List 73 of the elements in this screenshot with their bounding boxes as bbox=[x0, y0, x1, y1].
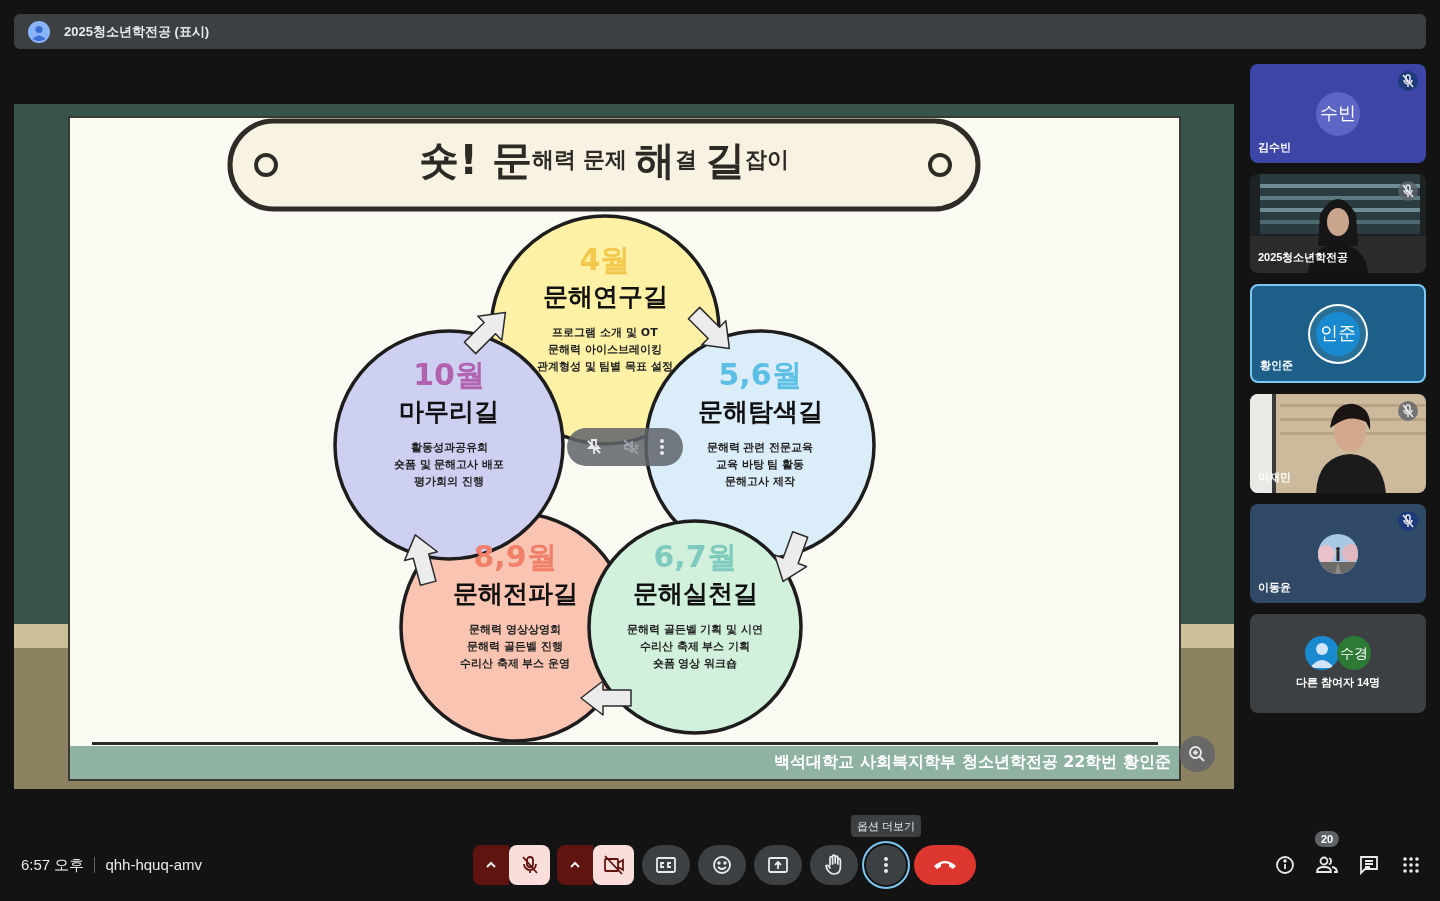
caret-icon bbox=[485, 861, 497, 869]
camera-button[interactable] bbox=[593, 845, 634, 885]
volume-off-icon[interactable] bbox=[622, 438, 640, 456]
activity-text: 교육 바탕 팀 활동 bbox=[715, 457, 805, 473]
zoom-in-icon bbox=[1188, 745, 1206, 763]
camera-off-icon bbox=[602, 855, 625, 875]
meeting-code: qhh-hquq-amv bbox=[105, 854, 203, 875]
others-tile[interactable]: 수경 다른 참여자 14명 bbox=[1250, 614, 1426, 713]
participant-name: 2025청소년학전공 bbox=[1258, 249, 1349, 265]
activity-text: 프로그램 소개 및 OT bbox=[552, 325, 658, 341]
raise-hand-icon bbox=[824, 854, 844, 876]
emoji-icon bbox=[712, 855, 732, 875]
stage-name: 문해실천길 bbox=[632, 578, 758, 610]
ring-icon bbox=[254, 153, 278, 177]
apps-icon bbox=[1403, 857, 1419, 873]
participant-name: 황인준 bbox=[1260, 357, 1293, 373]
more-icon bbox=[883, 856, 889, 874]
activity-text: 문해력 골든벨 기획 및 시연 bbox=[626, 622, 764, 638]
arrow bbox=[687, 306, 731, 350]
month-label: 5,6월 bbox=[718, 357, 802, 393]
pin-off-icon[interactable] bbox=[584, 438, 603, 456]
microphone-button[interactable] bbox=[509, 845, 550, 885]
activity-text: 평가회의 진행 bbox=[414, 474, 484, 490]
activity-text: 문해력 골든벨 진행 bbox=[467, 639, 563, 655]
raise-hand-button[interactable] bbox=[810, 845, 858, 885]
captions-button[interactable] bbox=[642, 845, 690, 885]
activity-text: 문해력 영상상영회 bbox=[469, 622, 561, 638]
month-label: 4월 bbox=[579, 242, 631, 278]
activity-text: 문해고사 제작 bbox=[725, 474, 795, 490]
person-icon bbox=[1305, 636, 1339, 671]
stage-name: 문해탐색길 bbox=[697, 396, 823, 428]
count-badge: 20 bbox=[1314, 831, 1340, 847]
phone-icon bbox=[933, 859, 957, 871]
clock-text: 6:57 오후 bbox=[21, 854, 85, 875]
caret-icon bbox=[569, 861, 581, 869]
mic-off-icon bbox=[519, 855, 540, 875]
ring-icon bbox=[928, 153, 952, 177]
arrow bbox=[773, 530, 809, 583]
present-icon bbox=[768, 856, 788, 874]
arrow bbox=[403, 534, 439, 586]
emoji-button[interactable] bbox=[698, 845, 746, 885]
captions-icon bbox=[656, 857, 676, 873]
people-icon bbox=[1316, 856, 1338, 874]
activity-text: 문해력 관련 전문교육 bbox=[706, 440, 814, 456]
presenter-title: 2025청소년학전공 (표시) bbox=[64, 22, 210, 41]
activity-text: 수리산 축제 부스 기획 bbox=[639, 639, 751, 655]
tooltip: 옵션 더보기 bbox=[850, 814, 922, 837]
leave-call-button[interactable] bbox=[914, 845, 976, 885]
arrow bbox=[580, 680, 632, 716]
month-label: 8,9월 bbox=[473, 539, 557, 575]
activity-text: 관계형성 및 팀별 목표 설정 bbox=[536, 359, 674, 375]
more-icon[interactable] bbox=[659, 438, 666, 456]
avatar: 수빈 bbox=[1316, 91, 1360, 136]
participant-name: 이동윤 bbox=[1258, 579, 1291, 595]
present-button[interactable] bbox=[754, 845, 802, 885]
activity-text: 숏폼 및 문해고사 배포 bbox=[393, 457, 505, 473]
chat-icon bbox=[1359, 855, 1379, 875]
stage-name: 문해연구길 bbox=[542, 281, 668, 313]
arrow bbox=[463, 311, 507, 355]
stage-name: 마무리길 bbox=[399, 396, 499, 428]
others-label: 다른 참여자 14명 bbox=[1295, 675, 1381, 691]
month-label: 10월 bbox=[413, 357, 485, 393]
stage-name: 문해전파길 bbox=[452, 578, 578, 610]
info-icon bbox=[1275, 855, 1295, 875]
activity-text: 숏폼 영상 워크숍 bbox=[652, 656, 738, 672]
activity-text: 문해력 아이스브레이킹 bbox=[548, 342, 662, 358]
avatar-icon bbox=[28, 20, 50, 43]
footer-text: 백석대학교 사회복지학부 청소년학전공 22학번 황인준 bbox=[774, 751, 1171, 773]
participant-name: 김수빈 bbox=[1258, 139, 1291, 155]
avatar: 수경 bbox=[1337, 636, 1371, 671]
month-label: 6,7월 bbox=[653, 539, 737, 575]
activity-text: 활동성과공유회 bbox=[410, 440, 488, 456]
activity-text: 수리산 축제 부스 운영 bbox=[459, 656, 571, 672]
